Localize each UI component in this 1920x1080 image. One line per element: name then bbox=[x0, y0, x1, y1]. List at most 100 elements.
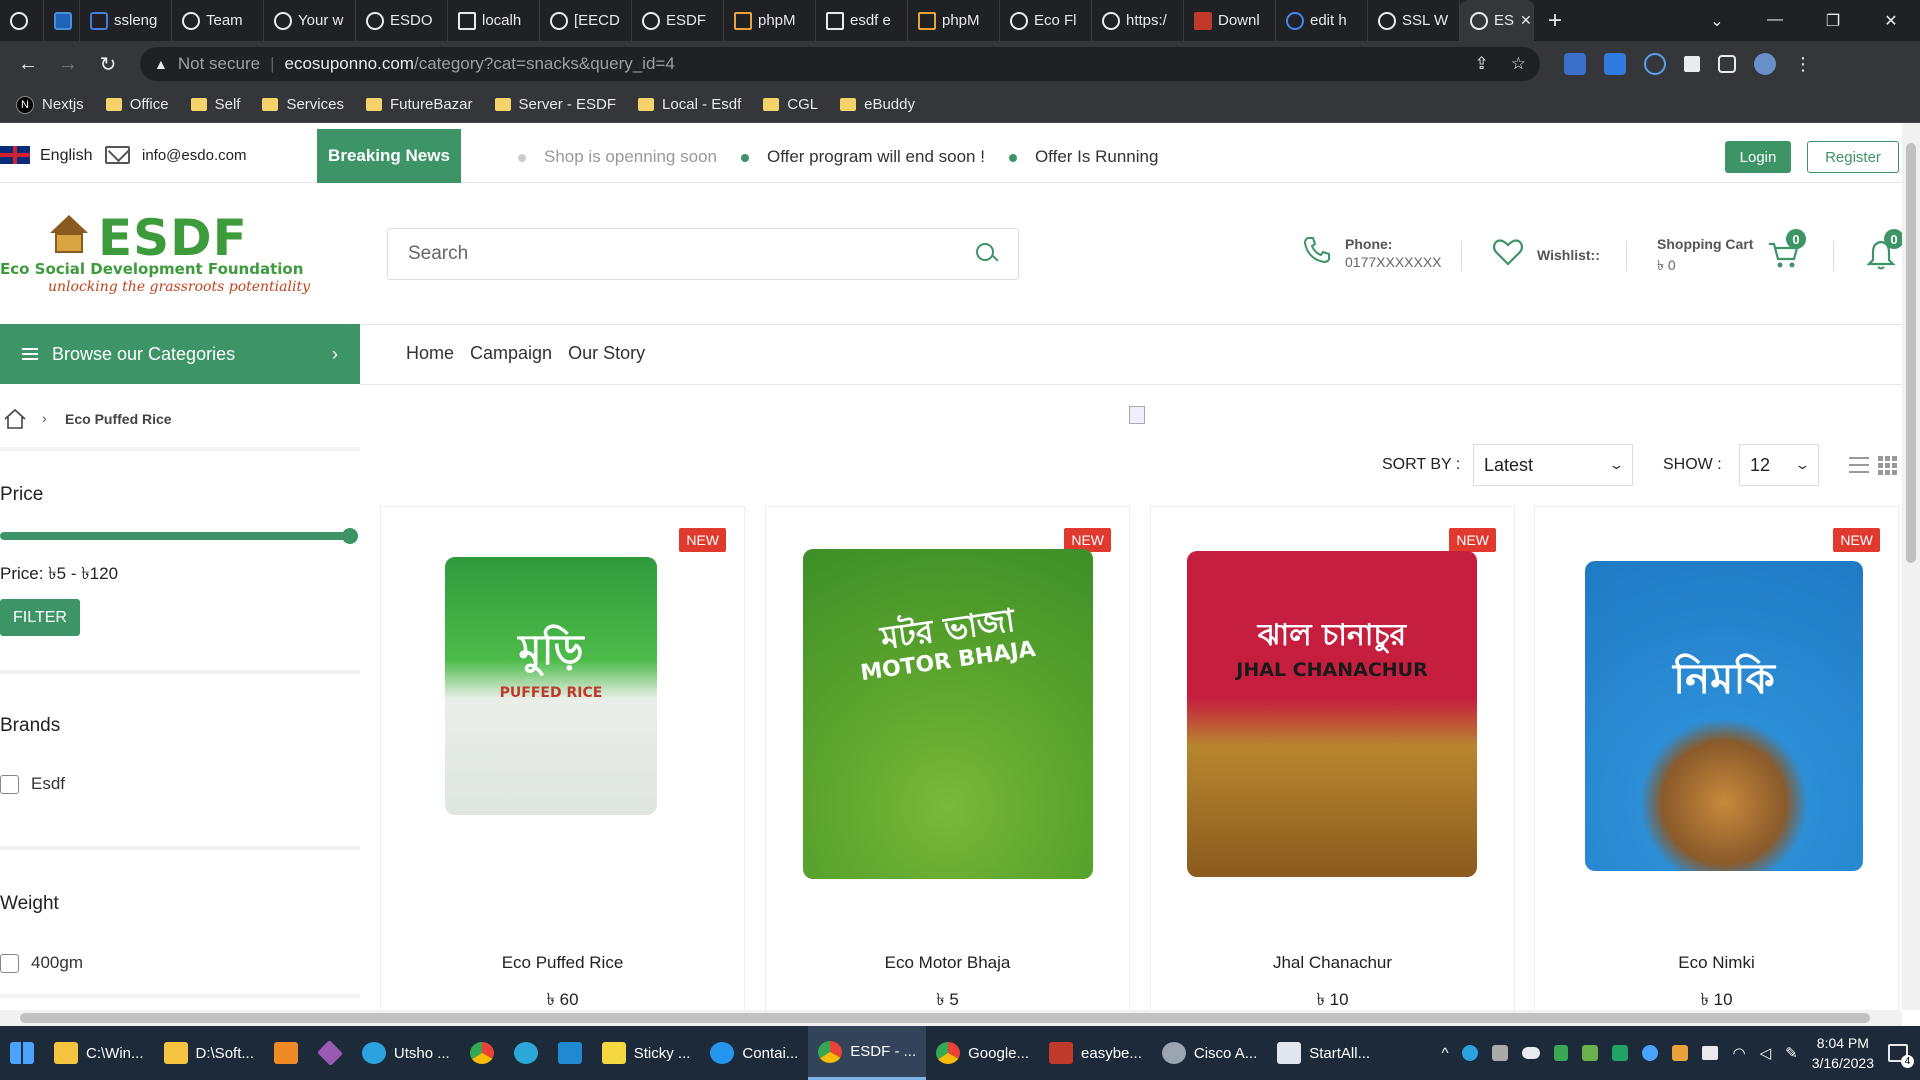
browser-tab[interactable]: ESDF bbox=[632, 0, 724, 41]
search-icon[interactable] bbox=[976, 243, 998, 265]
browser-tab[interactable]: Your w bbox=[264, 0, 356, 41]
wishlist-link[interactable]: Wishlist:: bbox=[1537, 247, 1600, 263]
cart-info[interactable]: Shopping Cart ৳ 0 bbox=[1657, 236, 1753, 278]
taskbar-item[interactable]: D:\Soft... bbox=[154, 1026, 264, 1080]
product-name[interactable]: Eco Nimki bbox=[1535, 953, 1898, 973]
nav-link-our-story[interactable]: Our Story bbox=[568, 343, 645, 364]
product-card[interactable]: NEW মটর ভাজা MOTOR BHAJA Eco Motor Bhaja… bbox=[765, 506, 1130, 1010]
browser-tab[interactable]: Eco Fl bbox=[1000, 0, 1092, 41]
taskbar-item[interactable]: Contai... bbox=[700, 1026, 808, 1080]
browser-tab[interactable]: phpM bbox=[724, 0, 816, 41]
bookmark-star-icon[interactable]: ☆ bbox=[1511, 54, 1526, 74]
taskbar-item[interactable] bbox=[460, 1026, 504, 1080]
weight-option[interactable]: 400gm bbox=[0, 953, 83, 973]
sort-select[interactable]: Latest ⌄ bbox=[1473, 444, 1633, 486]
bookmark-folder[interactable]: Local - Esdf bbox=[638, 96, 741, 113]
close-window-button[interactable]: ✕ bbox=[1862, 11, 1920, 31]
browser-tab-active[interactable]: ES ✕ bbox=[1460, 0, 1534, 41]
bookmark-folder[interactable]: Server - ESDF bbox=[494, 96, 616, 113]
product-card[interactable]: NEW নিমকি Eco Nimki ৳ 10 bbox=[1534, 506, 1899, 1010]
tray-icon[interactable] bbox=[1672, 1045, 1689, 1061]
bookmark-folder[interactable]: CGL bbox=[763, 96, 818, 113]
browser-tab[interactable]: Downl bbox=[1184, 0, 1276, 41]
scrollbar-thumb[interactable] bbox=[1906, 143, 1916, 563]
taskbar-item[interactable]: Sticky ... bbox=[592, 1026, 701, 1080]
bookmark-folder[interactable]: Self bbox=[190, 96, 240, 113]
taskbar-item[interactable] bbox=[504, 1026, 548, 1080]
restore-button[interactable]: ❐ bbox=[1804, 11, 1862, 31]
close-tab-icon[interactable]: ✕ bbox=[1520, 12, 1532, 29]
forward-button[interactable]: → bbox=[48, 53, 88, 76]
wifi-icon[interactable]: ◠ bbox=[1732, 1044, 1745, 1062]
browser-tab[interactable]: edit h bbox=[1276, 0, 1368, 41]
taskbar-item[interactable]: Utsho ... bbox=[352, 1026, 460, 1080]
product-name[interactable]: Eco Puffed Rice bbox=[381, 953, 744, 973]
browser-profile-tab[interactable] bbox=[0, 0, 44, 41]
volume-icon[interactable]: ◁ bbox=[1760, 1044, 1772, 1062]
home-icon[interactable] bbox=[3, 407, 27, 431]
taskbar-item[interactable] bbox=[548, 1026, 592, 1080]
bookmark-folder[interactable]: Services bbox=[262, 96, 344, 113]
show-count-select[interactable]: 12 ⌄ bbox=[1739, 444, 1819, 486]
browser-tab[interactable]: SSL W bbox=[1368, 0, 1460, 41]
browser-tab[interactable]: Team bbox=[172, 0, 264, 41]
login-button[interactable]: Login bbox=[1725, 141, 1791, 173]
notification-center-icon[interactable]: 4 bbox=[1888, 1044, 1914, 1068]
nav-link-home[interactable]: Home bbox=[406, 343, 454, 364]
shield-icon[interactable] bbox=[1554, 1045, 1569, 1061]
product-card[interactable]: NEW মুড়ি PUFFED RICE Eco Puffed Rice ৳ … bbox=[380, 506, 745, 1010]
tray-icon[interactable] bbox=[1642, 1045, 1659, 1061]
product-image[interactable]: মটর ভাজা MOTOR BHAJA bbox=[803, 549, 1093, 879]
horizontal-scrollbar[interactable] bbox=[0, 1010, 1902, 1026]
taskbar-item[interactable] bbox=[308, 1026, 352, 1080]
price-slider-track[interactable] bbox=[0, 532, 350, 540]
vertical-scrollbar[interactable] bbox=[1902, 123, 1920, 1010]
reload-button[interactable]: ↻ bbox=[88, 52, 128, 77]
brand-option[interactable]: Esdf bbox=[0, 774, 65, 794]
telegram-tray-icon[interactable] bbox=[1462, 1045, 1479, 1061]
extension-icon[interactable] bbox=[1644, 53, 1666, 75]
contact-email[interactable]: info@esdo.com bbox=[142, 147, 246, 164]
product-image[interactable]: মুড়ি PUFFED RICE bbox=[445, 557, 657, 815]
tray-icon[interactable] bbox=[1612, 1045, 1629, 1061]
minimize-button[interactable]: — bbox=[1746, 11, 1804, 31]
phone-number[interactable]: 0177XXXXXXX bbox=[1345, 254, 1442, 270]
tray-icon[interactable] bbox=[1492, 1045, 1509, 1061]
product-image[interactable]: ঝাল চানাচুর JHAL CHANACHUR bbox=[1187, 551, 1477, 877]
browser-tab[interactable]: esdf e bbox=[816, 0, 908, 41]
taskbar-item[interactable]: easybe... bbox=[1039, 1026, 1152, 1080]
browser-tab[interactable]: phpM bbox=[908, 0, 1000, 41]
language-selector[interactable]: English bbox=[40, 147, 92, 165]
taskbar-item[interactable]: Cisco A... bbox=[1152, 1026, 1267, 1080]
uk-flag-icon[interactable] bbox=[0, 146, 30, 164]
bookmark-folder[interactable]: Office bbox=[105, 96, 169, 113]
puzzle-extensions-icon[interactable] bbox=[1684, 56, 1700, 72]
browser-tab[interactable]: ssleng bbox=[80, 0, 172, 41]
tray-overflow-icon[interactable]: ^ bbox=[1441, 1045, 1448, 1062]
grid-view-icon[interactable] bbox=[1878, 455, 1898, 475]
translate-extension-icon[interactable] bbox=[1564, 53, 1586, 75]
browse-categories-button[interactable]: Browse our Categories › bbox=[0, 324, 360, 384]
taskbar-item[interactable]: C:\Win... bbox=[44, 1026, 154, 1080]
taskbar-item[interactable] bbox=[264, 1026, 308, 1080]
taskbar-item[interactable]: Google... bbox=[926, 1026, 1039, 1080]
product-image[interactable]: নিমকি bbox=[1585, 561, 1863, 871]
new-tab-button[interactable]: + bbox=[1534, 7, 1576, 35]
brand-checkbox[interactable] bbox=[0, 774, 19, 794]
weight-checkbox[interactable] bbox=[0, 953, 19, 973]
browser-tab[interactable] bbox=[44, 0, 80, 41]
url-text[interactable]: ecosuponno.com/category?cat=snacks&query… bbox=[284, 54, 674, 74]
start-button[interactable] bbox=[0, 1026, 44, 1080]
tray-icon[interactable] bbox=[1702, 1046, 1719, 1060]
search-input[interactable] bbox=[408, 243, 976, 265]
back-button[interactable]: ← bbox=[8, 53, 48, 76]
tray-icon[interactable] bbox=[1582, 1045, 1599, 1061]
product-name[interactable]: Eco Motor Bhaja bbox=[766, 953, 1129, 973]
browser-tab[interactable]: localh bbox=[448, 0, 540, 41]
price-slider-handle[interactable] bbox=[342, 528, 358, 544]
scrollbar-thumb[interactable] bbox=[20, 1013, 1870, 1023]
browser-tab[interactable]: [EECD bbox=[540, 0, 632, 41]
browser-tab[interactable]: https:/ bbox=[1092, 0, 1184, 41]
omnibox[interactable]: ▲ Not secure | ecosuponno.com/category?c… bbox=[140, 47, 1540, 81]
onedrive-icon[interactable] bbox=[1522, 1047, 1541, 1059]
